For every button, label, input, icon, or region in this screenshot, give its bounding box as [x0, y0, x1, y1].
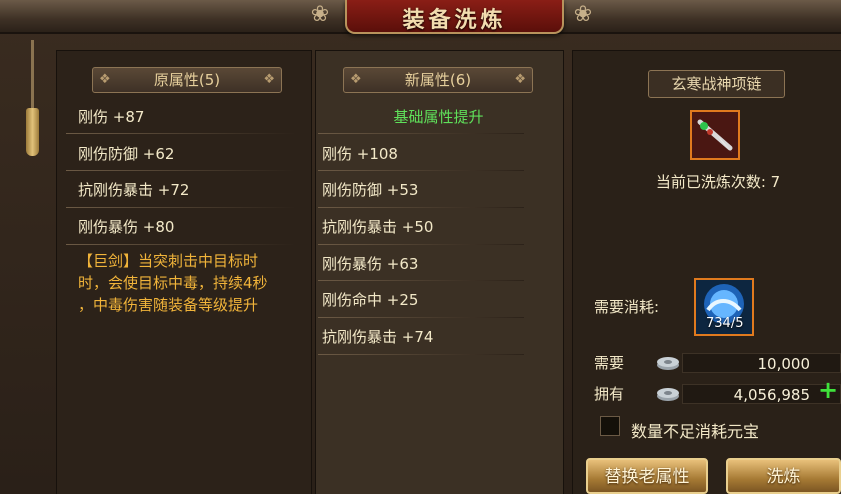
tassel-rod	[31, 40, 34, 110]
use-ingot-label: 数量不足消耗元宝	[631, 422, 760, 441]
coin-icon	[657, 388, 679, 401]
row-divider	[318, 317, 524, 318]
new-attribute-row: 刚伤暴伤 +63	[322, 255, 419, 273]
row-divider	[318, 244, 524, 245]
skill-description: 【巨剑】当突刺击中目标时 时，会使目标中毒，持续4秒 ，中毒伤害随装备等级提升	[78, 250, 308, 316]
item-slot[interactable]	[690, 110, 740, 160]
dragon-ornament-left-icon: ❀	[310, 2, 330, 27]
item-name: 玄寒战神项链	[648, 70, 785, 98]
add-currency-icon[interactable]: +	[818, 378, 838, 402]
row-divider	[66, 133, 296, 134]
new-attribute-row: 抗刚伤暴击 +74	[322, 328, 434, 346]
refine-count-label: 当前已洗炼次数: 7	[655, 173, 781, 191]
new-attribute-row: 刚伤防御 +53	[322, 181, 419, 199]
description-line: 【巨剑】当突刺击中目标时	[78, 252, 259, 270]
window-title: 装备洗炼	[402, 8, 507, 33]
description-line: 时，会使目标中毒，持续4秒	[78, 274, 268, 292]
row-divider	[66, 244, 296, 245]
necklace-icon	[692, 112, 738, 158]
original-attribute-row: 刚伤暴伤 +80	[78, 218, 175, 236]
original-attribute-row: 刚伤 +87	[78, 108, 145, 126]
use-ingot-checkbox[interactable]	[600, 416, 620, 436]
original-attributes-header: 原属性(5)	[92, 67, 282, 93]
row-divider	[318, 133, 524, 134]
dragon-ornament-right-icon: ❀	[573, 2, 593, 27]
description-line: ，中毒伤害随装备等级提升	[78, 296, 259, 314]
need-label: 需要	[594, 354, 625, 372]
row-divider	[318, 354, 524, 355]
row-divider	[318, 280, 524, 281]
new-attribute-row: 刚伤命中 +25	[322, 291, 419, 309]
have-label: 拥有	[594, 385, 625, 403]
title-plate: 装备洗炼	[345, 0, 564, 34]
attribute-upgrade-status: 基础属性提升	[393, 108, 484, 126]
new-attribute-row: 刚伤 +108	[322, 145, 398, 163]
new-attributes-header: 新属性(6)	[343, 67, 533, 93]
new-attribute-row: 抗刚伤暴击 +50	[322, 218, 434, 236]
material-count-value: 734/5	[706, 316, 744, 331]
original-attribute-row: 刚伤防御 +62	[78, 145, 175, 163]
equipment-refine-window: ❀ 装备洗炼 ❀ 原属性(5) 刚伤 +87 刚伤防御 +62 抗刚伤暴击 +7…	[0, 0, 841, 494]
refine-button[interactable]: 洗炼	[726, 458, 841, 494]
tassel-decoration	[22, 40, 42, 160]
row-divider	[318, 207, 524, 208]
material-count: 734/5	[706, 316, 743, 331]
row-divider	[66, 207, 296, 208]
original-attribute-row: 抗刚伤暴击 +72	[78, 181, 190, 199]
window-top-bar: ❀ 装备洗炼 ❀	[0, 0, 841, 34]
replace-attributes-button[interactable]: 替换老属性	[586, 458, 708, 494]
row-divider	[318, 170, 524, 171]
need-amount: 10,000	[682, 353, 841, 373]
cost-label: 需要消耗:	[594, 298, 660, 316]
coin-icon	[657, 357, 679, 370]
row-divider	[66, 170, 296, 171]
tassel-icon	[26, 108, 39, 156]
